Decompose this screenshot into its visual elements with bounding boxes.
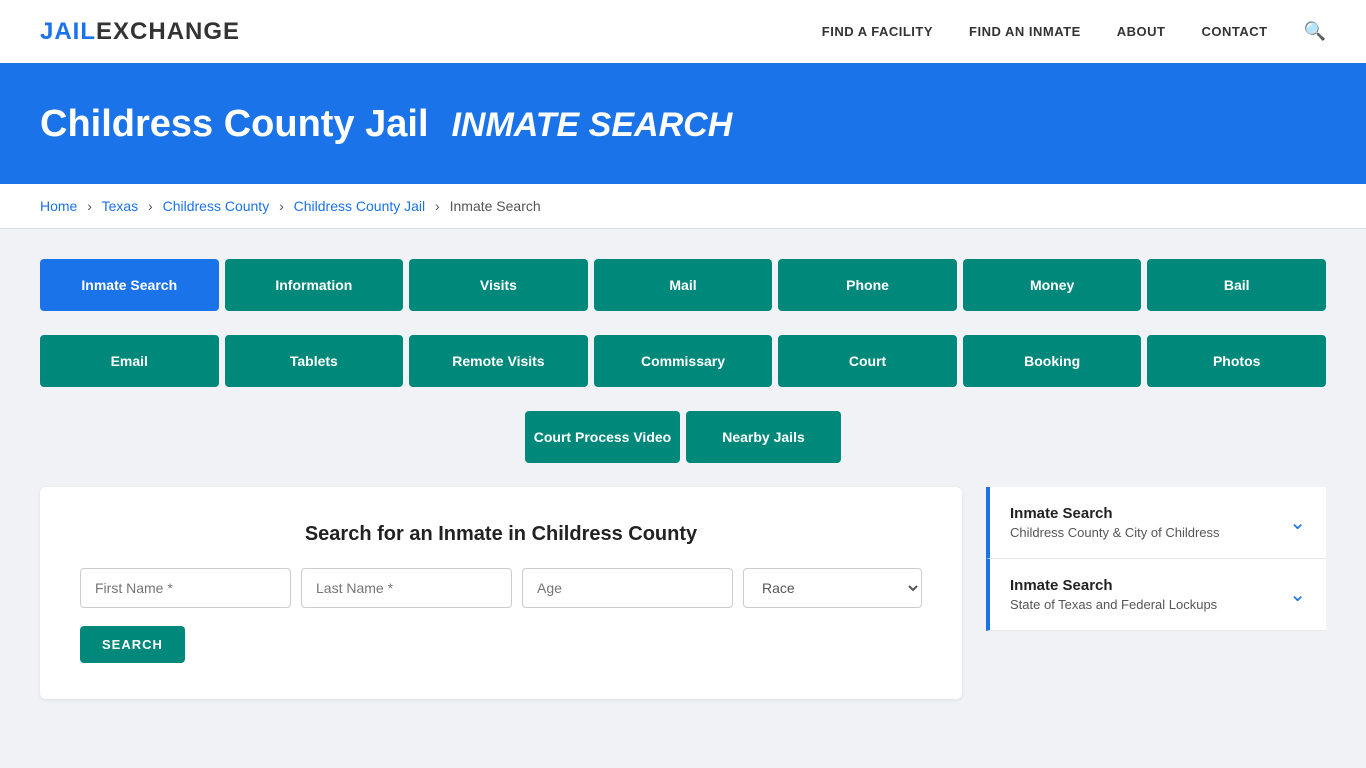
tab-tablets[interactable]: Tablets xyxy=(225,335,404,387)
nav-find-facility[interactable]: FIND A FACILITY xyxy=(822,24,933,39)
sidebar-item-1-subtitle: Childress County & City of Childress xyxy=(1010,525,1220,540)
breadcrumb-current: Inmate Search xyxy=(450,198,541,214)
tabs-row1: Inmate Search Information Visits Mail Ph… xyxy=(40,259,1326,311)
nav-contact[interactable]: CONTACT xyxy=(1201,24,1267,39)
tab-information[interactable]: Information xyxy=(225,259,404,311)
search-button[interactable]: SEARCH xyxy=(80,626,185,663)
hero-section: Childress County Jail INMATE SEARCH xyxy=(0,65,1366,184)
logo[interactable]: JAILEXCHANGE xyxy=(40,18,240,46)
first-name-input[interactable] xyxy=(80,568,291,608)
search-fields: Race White Black Hispanic Asian Other xyxy=(80,568,922,608)
search-icon[interactable]: 🔍 xyxy=(1304,21,1326,42)
logo-part2: EXCHANGE xyxy=(96,18,240,45)
breadcrumb-jail[interactable]: Childress County Jail xyxy=(294,198,426,214)
nav-find-inmate[interactable]: FIND AN INMATE xyxy=(969,24,1081,39)
sidebar-item-1-title: Inmate Search xyxy=(1010,505,1220,522)
tab-money[interactable]: Money xyxy=(963,259,1142,311)
hero-title: Childress County Jail xyxy=(40,103,429,145)
main-nav: FIND A FACILITY FIND AN INMATE ABOUT CON… xyxy=(822,21,1326,42)
tab-court-process-video[interactable]: Court Process Video xyxy=(525,411,680,463)
tab-mail[interactable]: Mail xyxy=(594,259,773,311)
logo-part1: JAIL xyxy=(40,18,96,45)
sidebar-item-1-content: Inmate Search Childress County & City of… xyxy=(1010,505,1220,540)
tab-photos[interactable]: Photos xyxy=(1147,335,1326,387)
age-input[interactable] xyxy=(522,568,733,608)
tabs-row2: Email Tablets Remote Visits Commissary C… xyxy=(40,335,1326,387)
tab-email[interactable]: Email xyxy=(40,335,219,387)
sidebar-item-2-content: Inmate Search State of Texas and Federal… xyxy=(1010,577,1217,612)
tab-nearby-jails[interactable]: Nearby Jails xyxy=(686,411,841,463)
last-name-input[interactable] xyxy=(301,568,512,608)
breadcrumb-county[interactable]: Childress County xyxy=(163,198,270,214)
tab-inmate-search[interactable]: Inmate Search xyxy=(40,259,219,311)
nav-about[interactable]: ABOUT xyxy=(1117,24,1166,39)
breadcrumb-texas[interactable]: Texas xyxy=(102,198,139,214)
sidebar-item-2-title: Inmate Search xyxy=(1010,577,1217,594)
chevron-down-icon-1: ⌄ xyxy=(1289,510,1306,535)
main-content: Inmate Search Information Visits Mail Ph… xyxy=(0,229,1366,729)
tab-phone[interactable]: Phone xyxy=(778,259,957,311)
sidebar-item-2[interactable]: Inmate Search State of Texas and Federal… xyxy=(986,559,1326,631)
tab-court[interactable]: Court xyxy=(778,335,957,387)
chevron-down-icon-2: ⌄ xyxy=(1289,582,1306,607)
sep1: › xyxy=(87,198,92,214)
sidebar: Inmate Search Childress County & City of… xyxy=(986,487,1326,699)
tab-remote-visits[interactable]: Remote Visits xyxy=(409,335,588,387)
tab-booking[interactable]: Booking xyxy=(963,335,1142,387)
sidebar-item-2-subtitle: State of Texas and Federal Lockups xyxy=(1010,597,1217,612)
sidebar-item-1[interactable]: Inmate Search Childress County & City of… xyxy=(986,487,1326,559)
breadcrumb-home[interactable]: Home xyxy=(40,198,77,214)
search-box: Search for an Inmate in Childress County… xyxy=(40,487,962,699)
tab-commissary[interactable]: Commissary xyxy=(594,335,773,387)
header: JAILEXCHANGE FIND A FACILITY FIND AN INM… xyxy=(0,0,1366,65)
race-select[interactable]: Race White Black Hispanic Asian Other xyxy=(743,568,922,608)
sep2: › xyxy=(148,198,153,214)
sep3: › xyxy=(279,198,284,214)
sep4: › xyxy=(435,198,440,214)
tab-visits[interactable]: Visits xyxy=(409,259,588,311)
tabs-row3: Court Process Video Nearby Jails xyxy=(40,411,1326,463)
hero-subtitle: INMATE SEARCH xyxy=(451,106,732,144)
content-area: Search for an Inmate in Childress County… xyxy=(40,487,1326,699)
tab-bail[interactable]: Bail xyxy=(1147,259,1326,311)
search-form-title: Search for an Inmate in Childress County xyxy=(80,523,922,546)
breadcrumb: Home › Texas › Childress County › Childr… xyxy=(0,184,1366,229)
